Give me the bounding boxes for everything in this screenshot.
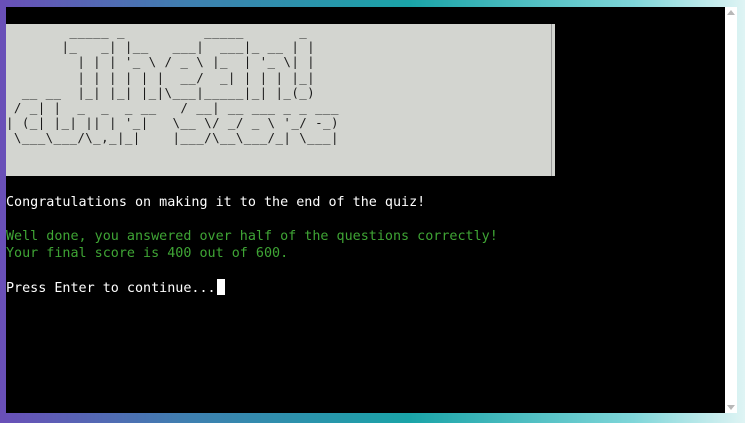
scroll-down-arrow-icon[interactable] bbox=[727, 405, 735, 410]
result-message: Well done, you answered over half of the… bbox=[6, 229, 498, 244]
ascii-art-banner: _____ _ _____ _ |_ _| |__ ___| ___|_ __ … bbox=[6, 24, 555, 176]
ascii-art-text: _____ _ _____ _ |_ _| |__ ___| ___|_ __ … bbox=[6, 24, 339, 146]
terminal-window[interactable]: _____ _ _____ _ |_ _| |__ ___| ___|_ __ … bbox=[6, 7, 725, 413]
congratulations-message: Congratulations on making it to the end … bbox=[6, 195, 426, 210]
banner-edge bbox=[551, 24, 552, 176]
vertical-scrollbar[interactable] bbox=[725, 7, 737, 413]
continue-prompt-text: Press Enter to continue... bbox=[6, 281, 216, 296]
text-cursor bbox=[216, 279, 225, 295]
scroll-up-arrow-icon[interactable] bbox=[727, 10, 735, 15]
continue-prompt[interactable]: Press Enter to continue... bbox=[6, 279, 225, 297]
final-score: Your final score is 400 out of 600. bbox=[6, 246, 289, 261]
